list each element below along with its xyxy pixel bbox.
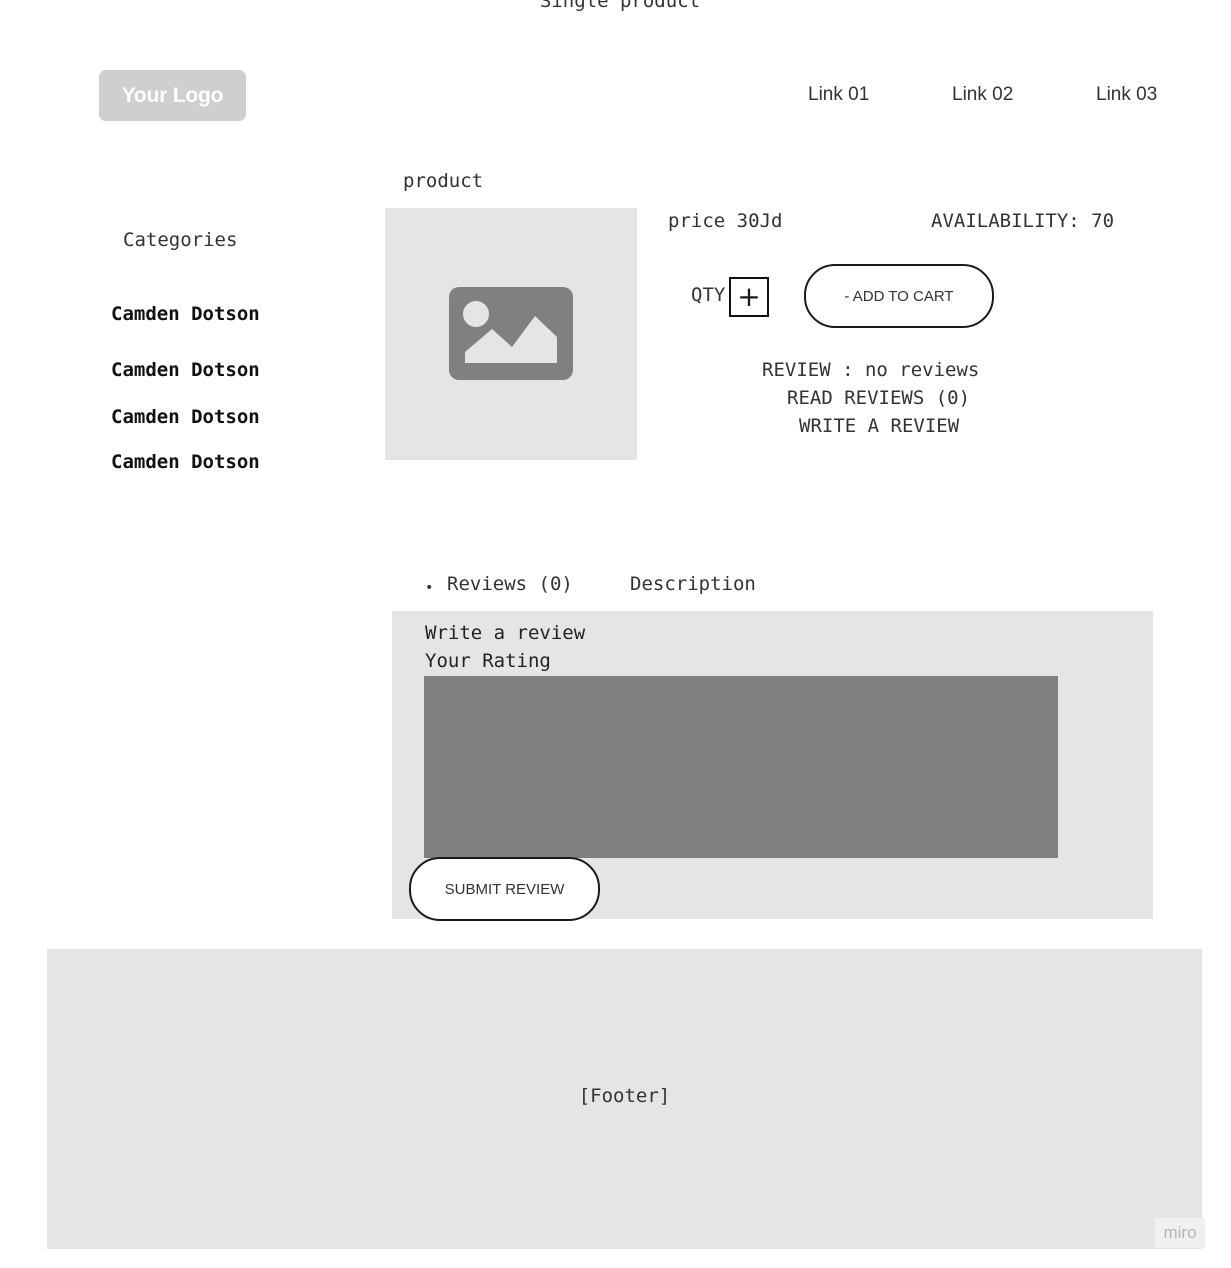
category-item[interactable]: Camden Dotson — [111, 451, 260, 473]
page-title: Single product — [539, 0, 701, 12]
tab-bullet: • — [425, 580, 434, 596]
write-review-link[interactable]: WRITE A REVIEW — [799, 415, 959, 437]
qty-increment-button[interactable]: + — [729, 277, 769, 317]
tab-reviews[interactable]: Reviews (0) — [447, 573, 573, 595]
logo[interactable]: Your Logo — [99, 70, 246, 121]
product-price: price 30Jd — [668, 210, 783, 232]
review-summary: REVIEW : no reviews — [762, 359, 980, 381]
category-item[interactable]: Camden Dotson — [111, 406, 260, 428]
miro-badge: miro — [1155, 1218, 1205, 1248]
review-textarea[interactable] — [424, 676, 1058, 858]
product-availability: AVAILABILITY: 70 — [931, 210, 1115, 232]
nav-link-03[interactable]: Link 03 — [1096, 84, 1157, 106]
add-to-cart-button[interactable]: - ADD TO CART — [804, 264, 994, 328]
rating-label: Your Rating — [425, 650, 551, 672]
nav-link-02[interactable]: Link 02 — [952, 84, 1013, 106]
read-reviews-link[interactable]: READ REVIEWS (0) — [787, 387, 970, 409]
footer-text: [Footer] — [578, 1085, 671, 1107]
review-form-heading: Write a review — [425, 622, 586, 644]
nav-link-01[interactable]: Link 01 — [808, 84, 869, 106]
image-placeholder-icon — [449, 287, 573, 380]
category-item[interactable]: Camden Dotson — [111, 303, 260, 325]
product-image — [385, 208, 637, 460]
qty-label: QTY — [691, 284, 726, 306]
tab-description[interactable]: Description — [630, 573, 756, 595]
product-heading: product — [403, 170, 484, 192]
category-item[interactable]: Camden Dotson — [111, 359, 260, 381]
categories-title: Categories — [123, 229, 238, 251]
footer: [Footer] — [47, 949, 1202, 1249]
submit-review-button[interactable]: SUBMIT REVIEW — [409, 857, 600, 921]
